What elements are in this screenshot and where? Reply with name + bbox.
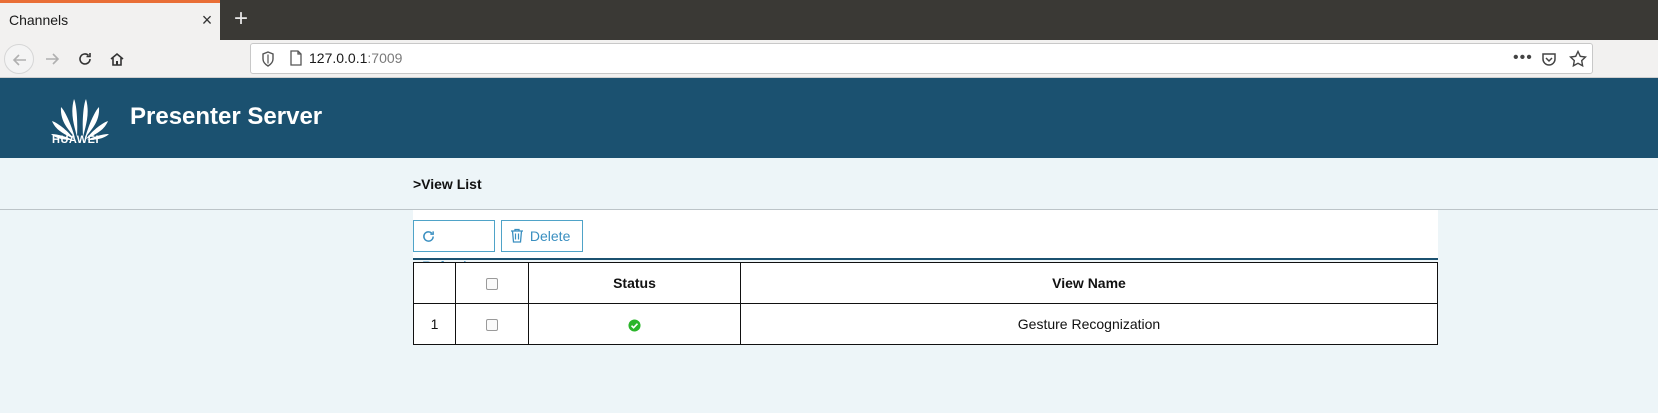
row-view-name[interactable]: Gesture Recognization bbox=[740, 303, 1438, 345]
row-status bbox=[528, 303, 741, 345]
table-row[interactable]: 1 Gesture Recognization bbox=[413, 303, 1438, 345]
row-checkbox[interactable] bbox=[486, 319, 498, 332]
address-bar[interactable]: 127.0.0.1:7009 ••• bbox=[250, 43, 1593, 74]
view-name-header: View Name bbox=[740, 262, 1438, 304]
browser-tab-strip: Channels × + bbox=[0, 0, 1658, 40]
new-tab-icon[interactable]: + bbox=[230, 6, 252, 32]
toolbar: Refresh Delete bbox=[413, 210, 1438, 274]
arrow-right-icon bbox=[46, 53, 60, 65]
tab-close-icon[interactable]: × bbox=[197, 11, 217, 31]
pocket-icon[interactable] bbox=[1541, 51, 1557, 67]
home-icon bbox=[110, 52, 124, 66]
browser-tab[interactable]: Channels × bbox=[0, 0, 220, 40]
logo-text: HUAWEI bbox=[52, 134, 99, 146]
row-index: 1 bbox=[413, 303, 456, 345]
delete-label: Delete bbox=[529, 228, 571, 244]
more-actions-icon[interactable]: ••• bbox=[1513, 49, 1533, 67]
url-port: :7009 bbox=[367, 50, 403, 66]
page-info-icon[interactable] bbox=[289, 50, 303, 66]
breadcrumb: >View List bbox=[413, 176, 482, 192]
url-host: 127.0.0.1 bbox=[309, 50, 368, 66]
refresh-button[interactable]: Refresh bbox=[413, 220, 495, 274]
reload-button[interactable] bbox=[70, 44, 100, 74]
view-list-panel: Refresh Delete Status View Name 1 Gestur… bbox=[413, 210, 1438, 345]
browser-nav-bar: 127.0.0.1:7009 ••• bbox=[0, 40, 1658, 78]
select-all-checkbox[interactable] bbox=[486, 278, 498, 291]
table-header-row: Status View Name bbox=[413, 262, 1438, 304]
status-ok-icon bbox=[628, 319, 641, 332]
trash-icon bbox=[511, 228, 523, 243]
bookmark-star-icon[interactable] bbox=[1569, 50, 1587, 68]
index-header bbox=[413, 262, 456, 304]
shield-icon[interactable] bbox=[261, 51, 275, 67]
delete-button[interactable]: Delete bbox=[501, 220, 583, 252]
app-header: HUAWEI Presenter Server bbox=[0, 78, 1658, 158]
reload-icon bbox=[79, 53, 91, 65]
forward-button[interactable] bbox=[37, 44, 67, 74]
refresh-icon bbox=[423, 231, 434, 242]
status-header: Status bbox=[528, 262, 741, 304]
breadcrumb-bar: >View List bbox=[0, 158, 1658, 210]
view-table: Status View Name 1 Gesture Recognization bbox=[413, 262, 1438, 345]
home-button[interactable] bbox=[102, 44, 132, 74]
url-text[interactable]: 127.0.0.1:7009 bbox=[309, 50, 402, 66]
select-all-cell bbox=[455, 262, 529, 304]
back-button[interactable] bbox=[4, 44, 34, 74]
row-select-cell bbox=[455, 303, 529, 345]
tab-title: Channels bbox=[9, 12, 69, 28]
arrow-left-icon bbox=[12, 54, 26, 66]
app-title: Presenter Server bbox=[130, 103, 323, 130]
